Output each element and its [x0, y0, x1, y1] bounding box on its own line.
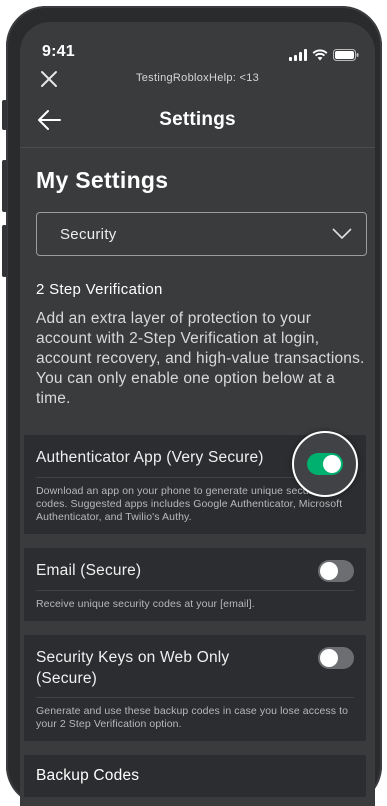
security-keys-toggle[interactable] — [318, 647, 354, 669]
option-description: Generate and use these backup codes in c… — [36, 697, 354, 731]
settings-category-dropdown[interactable]: Security — [36, 212, 367, 256]
toggle-knob — [320, 562, 338, 580]
phone-volume-down — [2, 225, 7, 277]
settings-content: My Settings Security 2 Step Verification… — [20, 167, 375, 409]
option-title: Security Keys on Web Only (Secure) — [36, 649, 230, 687]
page-title: My Settings — [36, 167, 169, 193]
authenticator-toggle[interactable] — [307, 453, 343, 475]
backup-codes-section[interactable]: Backup Codes — [24, 755, 366, 797]
status-icons — [289, 49, 359, 61]
wifi-icon — [312, 49, 328, 61]
phone-volume-up — [2, 160, 7, 212]
two-step-title: 2 Step Verification — [36, 281, 163, 298]
dropdown-selected-value: Security — [60, 225, 117, 243]
option-security-keys: Security Keys on Web Only (Secure) Gener… — [24, 635, 366, 741]
toggle-highlight — [292, 431, 358, 497]
chevron-down-icon — [332, 228, 352, 240]
window-title: TestingRobloxHelp: <13 — [135, 72, 260, 84]
close-icon[interactable] — [38, 68, 60, 90]
phone-mute-switch — [2, 100, 7, 130]
status-time: 9:41 — [42, 43, 75, 60]
option-email: Email (Secure) Receive unique security c… — [24, 548, 366, 621]
option-title: Authenticator App (Very Secure) — [36, 449, 264, 466]
toggle-knob — [323, 455, 341, 473]
toggle-knob — [320, 649, 338, 667]
status-bar: 9:41 — [20, 22, 375, 64]
back-arrow-icon[interactable] — [36, 108, 62, 132]
backup-codes-title: Backup Codes — [36, 767, 140, 784]
nav-bar: Settings — [20, 92, 375, 148]
signal-icon — [289, 49, 307, 61]
title-bar: TestingRobloxHelp: <13 — [20, 64, 375, 92]
option-authenticator-app: Authenticator App (Very Secure) Download… — [24, 431, 366, 534]
option-title: Email (Secure) — [36, 562, 142, 579]
nav-title: Settings — [159, 108, 236, 130]
two-step-description: Add an extra layer of protection to your… — [36, 310, 365, 407]
battery-icon — [333, 49, 359, 61]
screen: 9:41 TestingRobloxHelp: <13 Settings My … — [20, 22, 375, 806]
option-description: Receive unique security codes at your [e… — [36, 590, 354, 611]
email-toggle[interactable] — [318, 560, 354, 582]
